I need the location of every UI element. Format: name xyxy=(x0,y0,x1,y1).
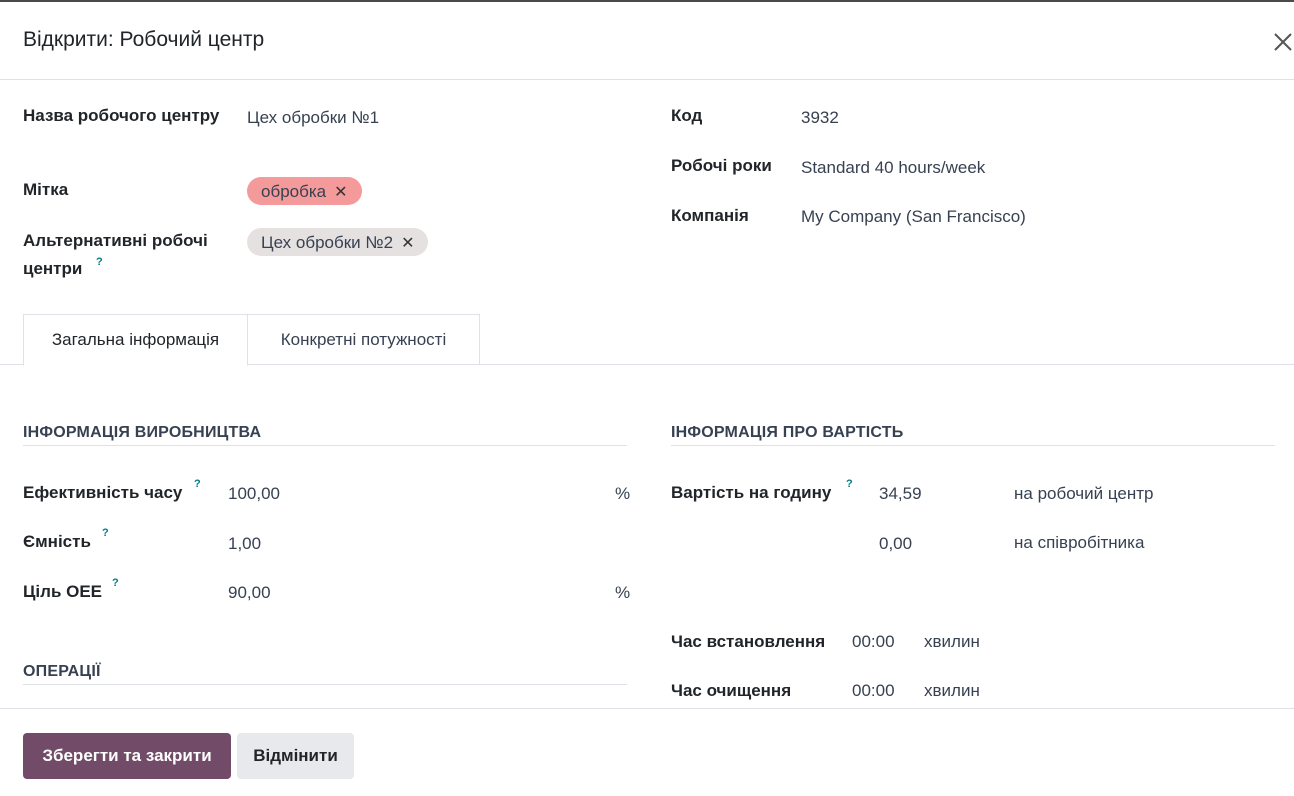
tab-general-info[interactable]: Загальна інформація xyxy=(23,314,248,366)
tab-specific-capacities[interactable]: Конкретні потужності xyxy=(247,314,480,365)
tag-text: обробка xyxy=(261,182,327,201)
cleanup-time-field[interactable]: 00:00 xyxy=(852,677,895,705)
remove-alt-icon[interactable]: ✕ xyxy=(401,235,414,252)
workcenter-dialog: Відкрити: Робочий центр Назва робочого ц… xyxy=(0,2,1294,796)
name-label: Назва робочого центру xyxy=(23,106,220,125)
setup-time-label: Час встановлення xyxy=(671,632,826,651)
cost-per-employee-field[interactable]: 0,00 xyxy=(879,530,912,558)
help-icon[interactable]: ? xyxy=(112,577,119,589)
oee-label: Ціль OEE xyxy=(23,582,103,601)
company-field[interactable]: My Company (San Francisco) xyxy=(801,203,1026,231)
production-section-title: ІНФОРМАЦІЯ ВИРОБНИЦТВА xyxy=(23,424,262,441)
efficiency-unit: % xyxy=(615,484,631,503)
cost-per-hour-field[interactable]: 34,59 xyxy=(879,480,922,508)
cost-section-title: ІНФОРМАЦІЯ ПРО ВАРТІСТЬ xyxy=(671,424,904,441)
cost-section-divider xyxy=(671,445,1275,446)
alt-workcenters-label: Альтернативні робочі центри xyxy=(23,231,208,278)
dialog-title: Відкрити: Робочий центр xyxy=(23,28,265,51)
operations-section-title: ОПЕРАЦІЇ xyxy=(23,663,101,680)
tag-label: Мітка xyxy=(23,180,69,199)
name-field[interactable]: Цех обробки №1 xyxy=(247,104,379,132)
working-hours-field[interactable]: Standard 40 hours/week xyxy=(801,154,985,182)
help-icon[interactable]: ? xyxy=(846,478,853,490)
cost-per-hour-label: Вартість на годину xyxy=(671,483,832,502)
help-icon[interactable]: ? xyxy=(102,527,109,539)
company-label: Компанія xyxy=(671,206,749,225)
help-icon[interactable]: ? xyxy=(96,256,103,268)
oee-unit: % xyxy=(615,583,631,602)
capacity-field[interactable]: 1,00 xyxy=(228,530,261,558)
dialog-header: Відкрити: Робочий центр xyxy=(0,2,1294,80)
help-icon[interactable]: ? xyxy=(194,478,201,490)
efficiency-field[interactable]: 100,00 xyxy=(228,480,280,508)
production-section-divider xyxy=(23,445,627,446)
alt-workcenter-text: Цех обробки №2 xyxy=(261,233,394,252)
code-label: Код xyxy=(671,106,703,125)
working-hours-label: Робочі роки xyxy=(671,156,772,175)
code-field[interactable]: 3932 xyxy=(801,104,839,132)
alt-workcenter-badge[interactable]: Цех обробки №2 ✕ xyxy=(247,228,429,256)
remove-tag-icon[interactable]: ✕ xyxy=(334,184,347,201)
dialog-footer: Зберегти та закрити Відмінити xyxy=(0,708,1294,796)
oee-field[interactable]: 90,00 xyxy=(228,579,271,607)
close-icon[interactable] xyxy=(1272,22,1294,62)
setup-time-unit: хвилин xyxy=(924,632,980,651)
efficiency-label: Ефективність часу xyxy=(23,483,183,502)
save-close-button[interactable]: Зберегти та закрити xyxy=(23,733,231,779)
capacity-label: Ємність xyxy=(23,532,91,551)
cancel-button[interactable]: Відмінити xyxy=(237,733,354,779)
cleanup-time-unit: хвилин xyxy=(924,681,980,700)
tag-badge[interactable]: обробка ✕ xyxy=(247,177,362,205)
cost-per-hour-unit: на робочий центр xyxy=(1014,484,1154,503)
setup-time-field[interactable]: 00:00 xyxy=(852,628,895,656)
operations-section-divider xyxy=(23,684,627,685)
cleanup-time-label: Час очищення xyxy=(671,681,792,700)
cost-per-employee-unit: на співробітника xyxy=(1014,533,1145,552)
